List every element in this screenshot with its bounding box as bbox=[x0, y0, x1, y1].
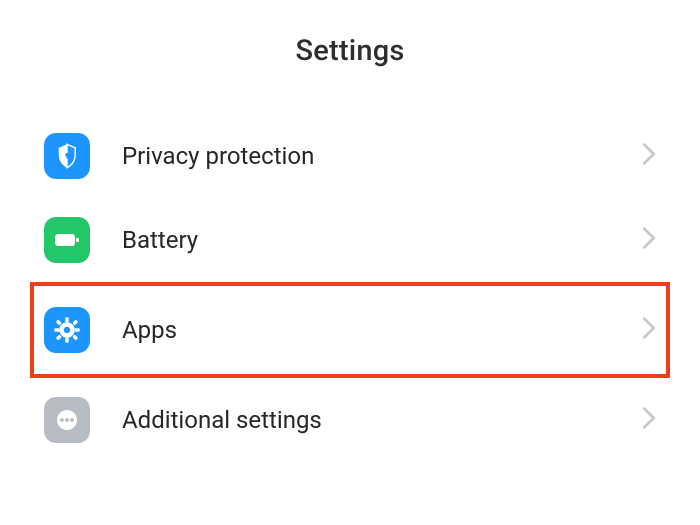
chevron-right-icon bbox=[642, 226, 656, 254]
settings-item-label: Battery bbox=[122, 226, 642, 254]
apps-gear-icon bbox=[44, 307, 90, 353]
page-title: Settings bbox=[0, 34, 700, 68]
privacy-shield-icon bbox=[44, 133, 90, 179]
settings-item-apps[interactable]: Apps bbox=[30, 282, 670, 378]
chevron-right-icon bbox=[642, 316, 656, 344]
battery-icon bbox=[44, 217, 90, 263]
settings-header: Settings bbox=[0, 0, 700, 114]
settings-item-additional[interactable]: Additional settings bbox=[44, 378, 656, 462]
settings-list: Privacy protection Battery bbox=[0, 114, 700, 462]
settings-item-privacy[interactable]: Privacy protection bbox=[44, 114, 656, 198]
settings-item-label: Additional settings bbox=[122, 406, 642, 434]
chevron-right-icon bbox=[642, 406, 656, 434]
chevron-right-icon bbox=[642, 142, 656, 170]
settings-item-battery[interactable]: Battery bbox=[44, 198, 656, 282]
settings-item-label: Apps bbox=[122, 316, 642, 344]
more-ellipsis-icon bbox=[44, 397, 90, 443]
settings-item-label: Privacy protection bbox=[122, 142, 642, 170]
